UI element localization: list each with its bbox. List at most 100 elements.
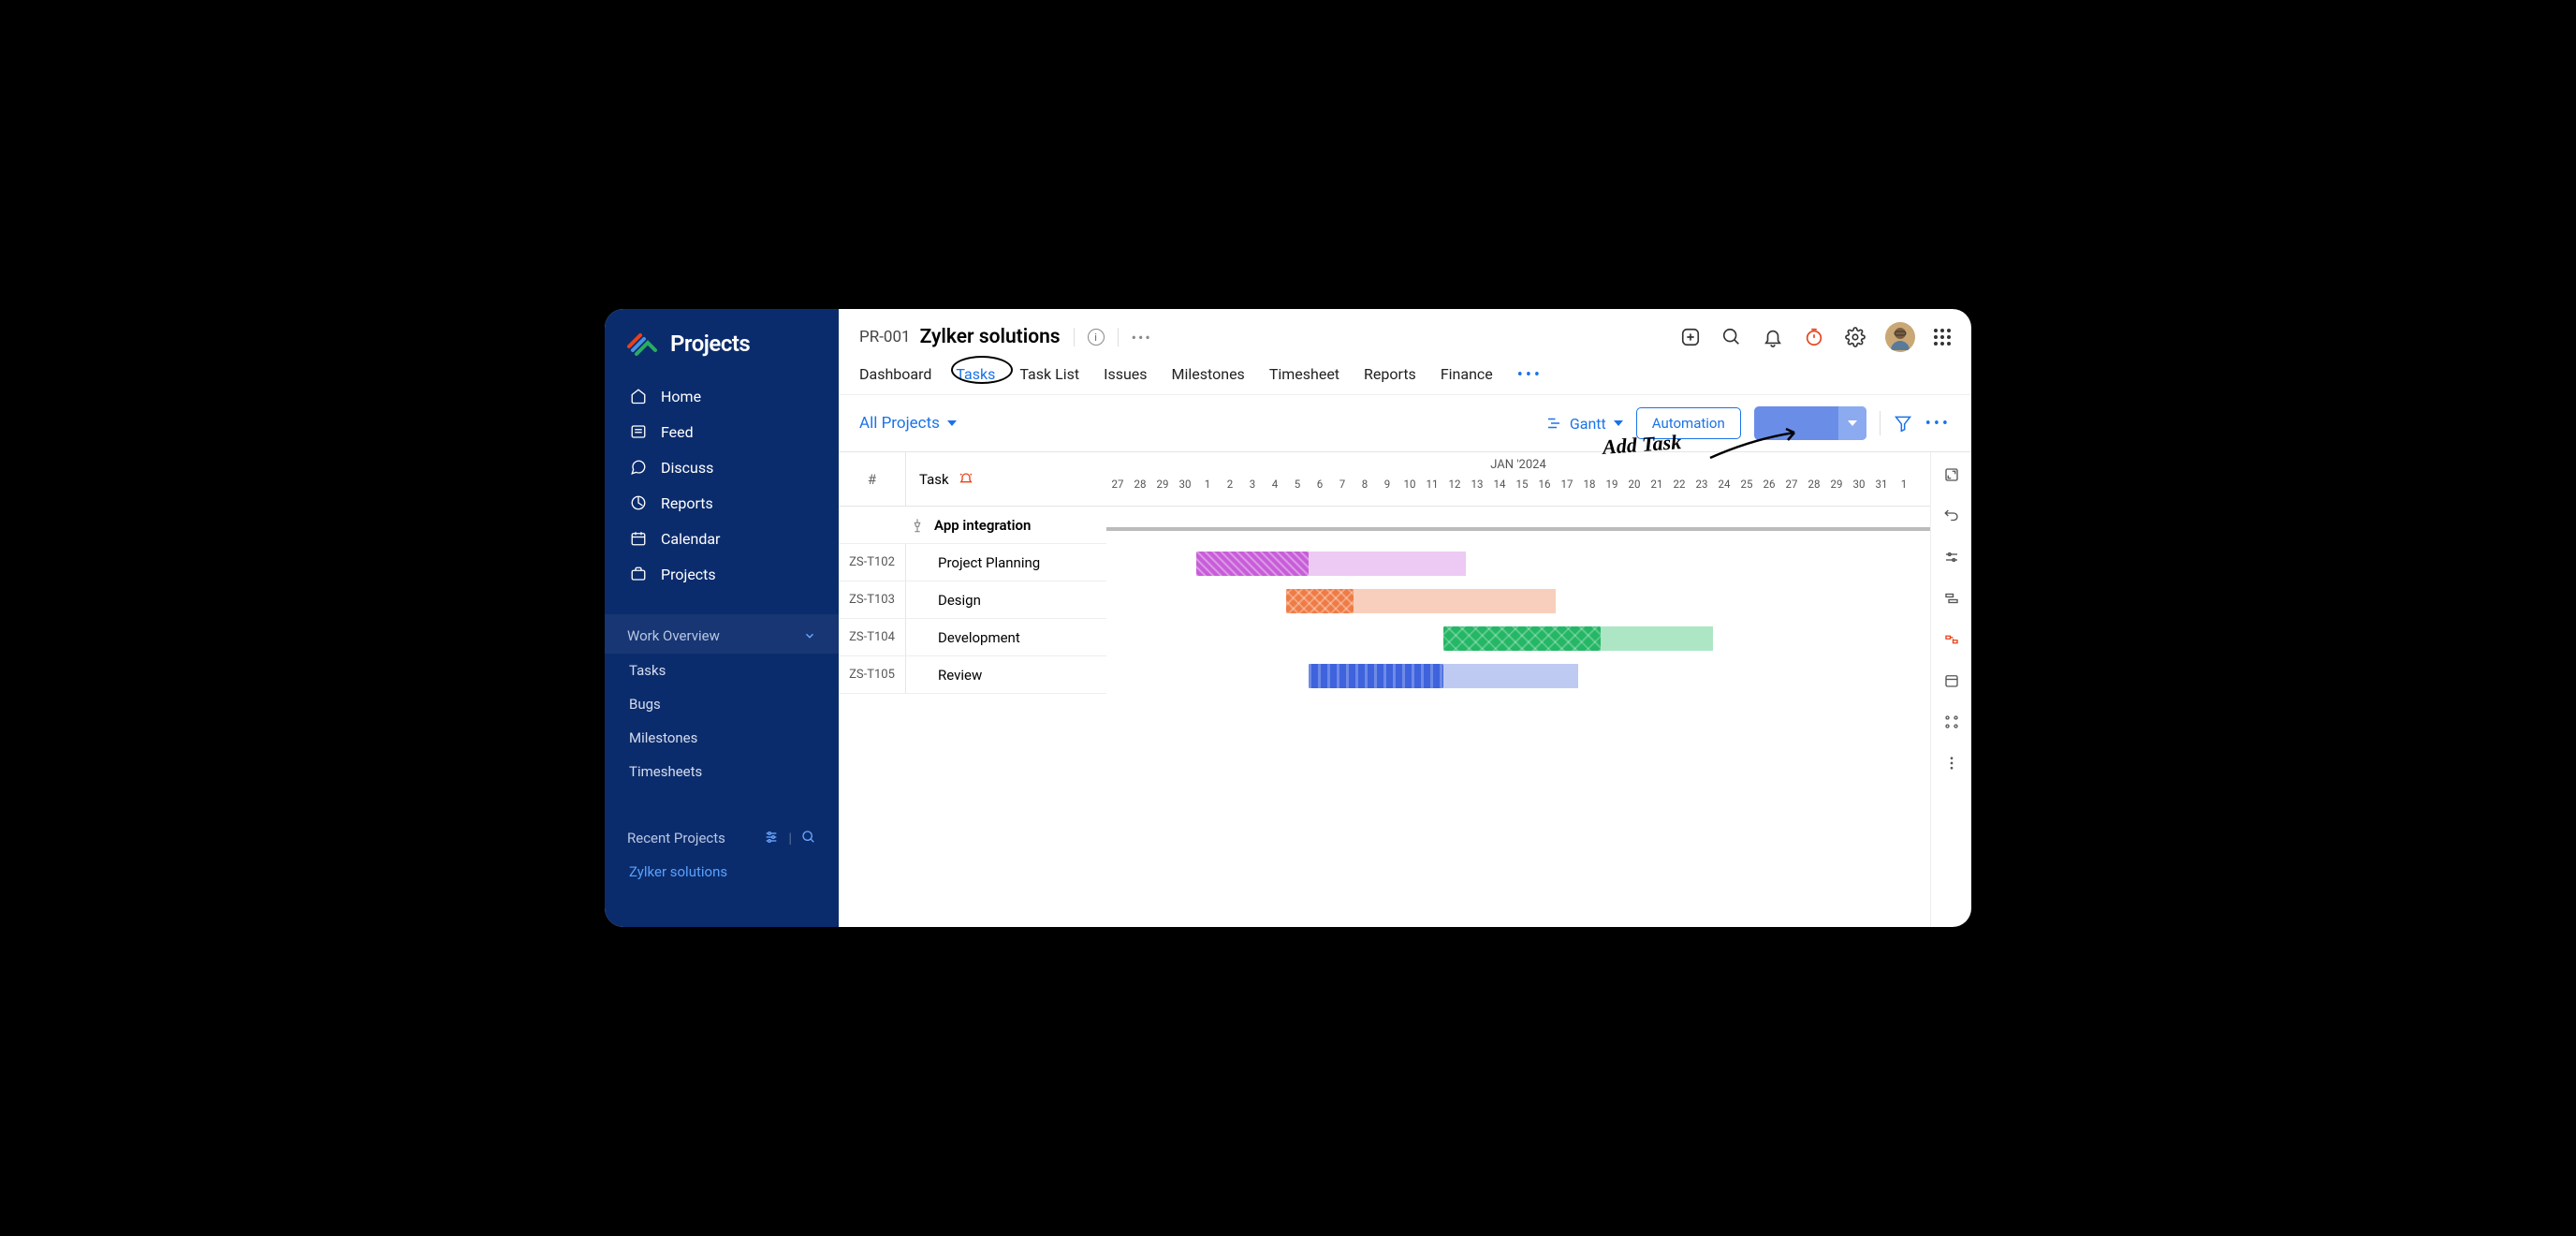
day-label: 30	[1848, 478, 1870, 491]
filter-icon[interactable]	[1894, 414, 1912, 433]
sidebar-item-home[interactable]: Home	[605, 378, 839, 414]
section-label: Work Overview	[627, 627, 720, 644]
search-icon[interactable]	[1720, 326, 1743, 348]
sidebar-item-calendar[interactable]: Calendar	[605, 521, 839, 556]
tab-finance[interactable]: Finance	[1441, 365, 1493, 385]
timeline-row	[1106, 544, 1930, 581]
logo-icon	[627, 330, 659, 358]
overview-item-tasks[interactable]: Tasks	[605, 654, 839, 687]
sidebar-nav: Home Feed Discuss Reports Calendar Proje…	[605, 373, 839, 597]
days-row: 2728293012345678910111213141516171819202…	[1106, 472, 1930, 491]
task-row[interactable]: ZS-T104 Development	[839, 619, 1106, 656]
add-button[interactable]	[1679, 326, 1702, 348]
tab-milestones[interactable]: Milestones	[1172, 365, 1245, 385]
sidebar-item-discuss[interactable]: Discuss	[605, 449, 839, 485]
day-label: 4	[1264, 478, 1286, 491]
day-label: 10	[1398, 478, 1421, 491]
recent-project-link[interactable]: Zylker solutions	[605, 856, 839, 888]
sliders-icon[interactable]	[1942, 548, 1961, 566]
timeline-row	[1106, 656, 1930, 694]
tab-timesheet[interactable]: Timesheet	[1269, 365, 1339, 385]
more-options[interactable]: •••	[1925, 414, 1951, 434]
task-row[interactable]: ZS-T103 Design	[839, 581, 1106, 619]
undo-icon[interactable]	[1942, 507, 1961, 525]
tab-tasklist[interactable]: Task List	[1019, 365, 1079, 385]
day-label: 17	[1556, 478, 1578, 491]
view-dropdown[interactable]: Gantt	[1545, 415, 1623, 433]
bell-icon[interactable]	[1762, 326, 1784, 348]
group-label: App integration	[934, 517, 1031, 534]
timer-icon[interactable]	[1803, 326, 1825, 348]
timeline-body	[1106, 507, 1930, 694]
task-id: ZS-T105	[839, 656, 906, 693]
day-label: 23	[1690, 478, 1713, 491]
task-id: ZS-T104	[839, 619, 906, 655]
feed-icon	[629, 422, 648, 441]
gear-icon[interactable]	[1844, 326, 1866, 348]
apps-grid-icon[interactable]	[1934, 329, 1951, 346]
day-label: 31	[1870, 478, 1893, 491]
day-label: 22	[1668, 478, 1690, 491]
tab-tasks[interactable]: Tasks	[956, 365, 995, 385]
scope-dropdown[interactable]: All Projects	[859, 414, 957, 433]
sidebar-item-label: Reports	[661, 494, 713, 512]
button-split[interactable]	[1838, 406, 1866, 440]
tab-dashboard[interactable]: Dashboard	[859, 365, 931, 385]
more-vertical-icon[interactable]	[1942, 754, 1961, 772]
task-bar-progress[interactable]	[1286, 589, 1354, 613]
overview-item-timesheets[interactable]: Timesheets	[605, 755, 839, 788]
task-name: Design	[906, 581, 1106, 618]
more-menu[interactable]: •••	[1132, 329, 1152, 346]
alarm-icon[interactable]	[959, 472, 973, 487]
sidebar-item-reports[interactable]: Reports	[605, 485, 839, 521]
day-label: 5	[1286, 478, 1309, 491]
day-label: 2	[1219, 478, 1241, 491]
today-icon[interactable]	[1942, 671, 1961, 690]
info-icon[interactable]: i	[1088, 329, 1105, 346]
task-group-row[interactable]: App integration	[839, 507, 1106, 544]
automation-button[interactable]: Automation	[1636, 407, 1741, 439]
section-label: Recent Projects	[627, 830, 725, 846]
day-label: 25	[1735, 478, 1758, 491]
caret-down-icon	[947, 420, 957, 426]
add-task-button[interactable]	[1754, 406, 1866, 440]
tab-reports[interactable]: Reports	[1364, 365, 1416, 385]
gantt-left-header: # Task	[839, 452, 1106, 507]
task-id: ZS-T102	[839, 544, 906, 581]
baseline-icon[interactable]	[1942, 589, 1961, 608]
gantt-icon	[1545, 415, 1562, 432]
task-bar-progress[interactable]	[1196, 552, 1309, 576]
discuss-icon	[629, 458, 648, 477]
app-logo[interactable]: Projects	[605, 309, 839, 373]
overview-item-milestones[interactable]: Milestones	[605, 721, 839, 755]
search-icon[interactable]	[801, 830, 816, 845]
main-content: PR-001 Zylker solutions i •••	[839, 309, 1971, 927]
day-label: 30	[1174, 478, 1196, 491]
task-bar-progress[interactable]	[1443, 626, 1601, 651]
critical-path-icon[interactable]	[1942, 630, 1961, 649]
sidebar: Projects Home Feed Discuss Reports Calen…	[605, 309, 839, 927]
divider	[1880, 411, 1881, 435]
calendar-icon	[629, 529, 648, 548]
timeline-row	[1106, 581, 1930, 619]
task-row[interactable]: ZS-T102 Project Planning	[839, 544, 1106, 581]
task-row[interactable]: ZS-T105 Review	[839, 656, 1106, 694]
tab-issues[interactable]: Issues	[1104, 365, 1147, 385]
sidebar-item-label: Projects	[661, 566, 716, 583]
sidebar-item-feed[interactable]: Feed	[605, 414, 839, 449]
overview-item-bugs[interactable]: Bugs	[605, 687, 839, 721]
avatar[interactable]	[1885, 322, 1915, 352]
dependency-icon[interactable]	[1942, 713, 1961, 731]
divider	[1118, 328, 1119, 346]
task-bar-progress[interactable]	[1309, 664, 1443, 688]
gantt-timeline[interactable]: JAN '2024 272829301234567891011121314151…	[1106, 452, 1930, 927]
day-label: 8	[1354, 478, 1376, 491]
sliders-icon[interactable]	[764, 830, 779, 845]
tab-more[interactable]: •••	[1517, 365, 1543, 385]
day-label: 28	[1129, 478, 1151, 491]
day-label: 28	[1803, 478, 1825, 491]
sidebar-item-projects[interactable]: Projects	[605, 556, 839, 592]
expand-icon[interactable]	[1942, 465, 1961, 484]
work-overview-header[interactable]: Work Overview	[605, 614, 839, 654]
sidebar-item-label: Discuss	[661, 459, 713, 477]
